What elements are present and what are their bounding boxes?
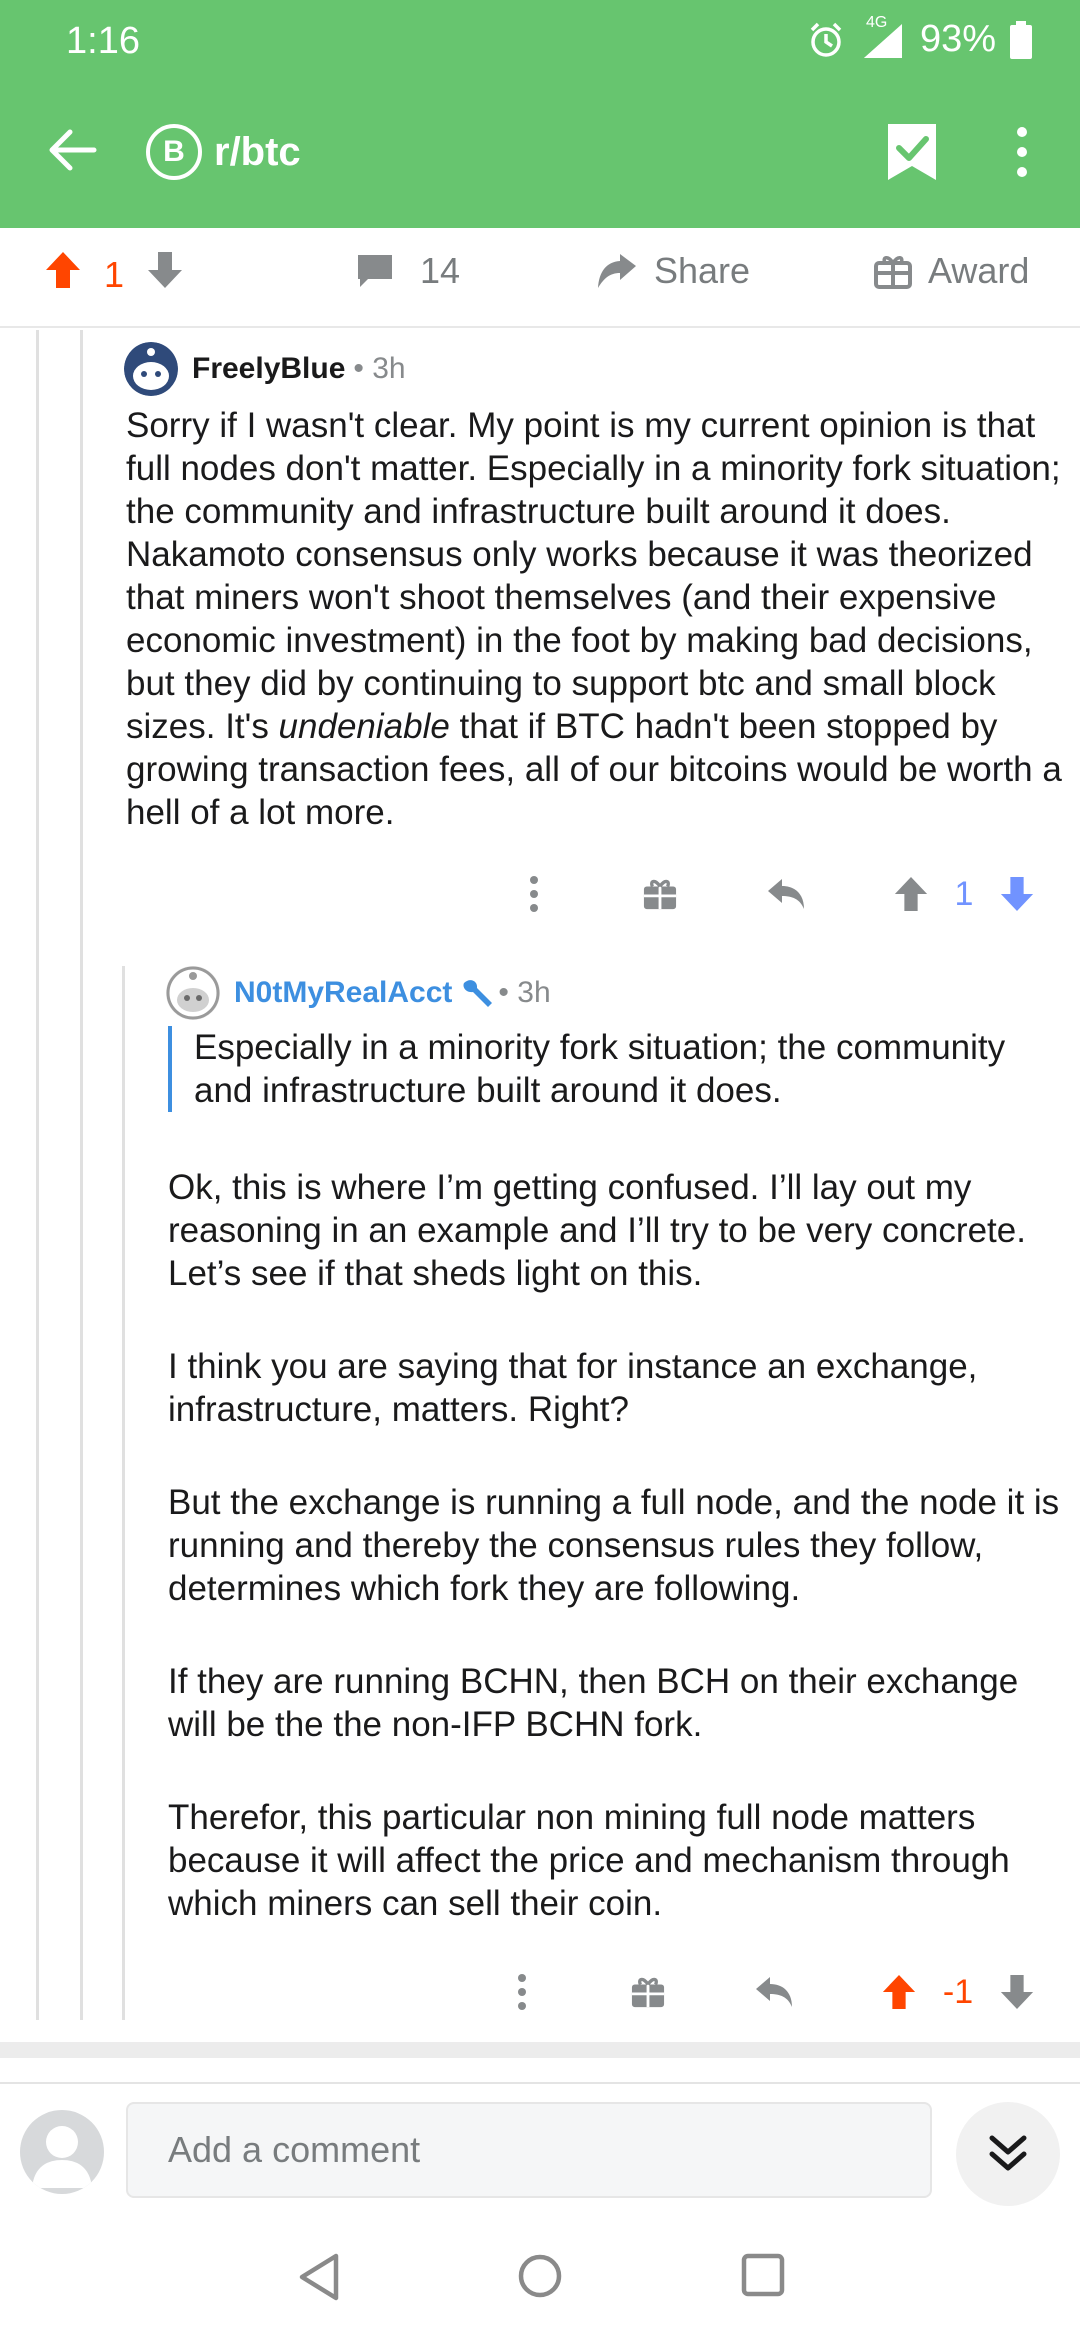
- vertical-dots-icon: [518, 1974, 526, 2010]
- arrow-left-icon: [49, 129, 97, 171]
- comment-upvote-button[interactable]: [880, 1972, 918, 2012]
- post-score: 1: [104, 253, 125, 295]
- emphasis-text: undeniable: [278, 707, 450, 746]
- avatar[interactable]: [124, 342, 178, 396]
- reply-arrow-icon: [768, 879, 804, 909]
- comment-award-button[interactable]: [628, 1972, 668, 2012]
- status-time: 1:16: [66, 20, 140, 62]
- battery-percent: 93%: [919, 18, 996, 60]
- user-avatar-icon: [20, 2110, 104, 2194]
- comment-upvote-button[interactable]: [892, 874, 930, 914]
- comment-body: Sorry if I wasn't clear. My point is my …: [126, 406, 1062, 832]
- subreddit-link[interactable]: B r/btc: [146, 124, 301, 180]
- network-type-label: 4G: [865, 13, 888, 31]
- comment-body: Ok, this is where I’m getting confused. …: [168, 1166, 1068, 1975]
- comment-timestamp: • 3h: [498, 976, 551, 1009]
- bookmark-check-icon: [888, 124, 936, 180]
- nav-recents-button[interactable]: [740, 2252, 786, 2303]
- comment-award-button[interactable]: [640, 874, 680, 914]
- thread-indent-line: [36, 330, 39, 2020]
- alarm-icon: [806, 20, 846, 60]
- comment-more-button[interactable]: [506, 1970, 538, 2014]
- system-nav-bar: [0, 2216, 1080, 2340]
- back-button[interactable]: [44, 122, 100, 178]
- comment-header: FreelyBlue • 3h: [124, 342, 406, 396]
- comment-reply-button[interactable]: [764, 874, 808, 914]
- comment-paragraph: I think you are saying that for instance…: [168, 1347, 978, 1429]
- comment-score: 1: [954, 874, 974, 913]
- upvote-arrow-icon[interactable]: [44, 250, 82, 299]
- comments-button[interactable]: 14: [356, 250, 460, 292]
- section-divider: [0, 2042, 1080, 2058]
- square-recents-icon: [741, 2253, 785, 2297]
- comment-reply-button[interactable]: [752, 1972, 796, 2012]
- save-bookmark-button[interactable]: [884, 122, 940, 182]
- thread-indent-line: [122, 966, 125, 2020]
- gift-icon: [643, 879, 677, 910]
- upvote-arrow-icon: [894, 876, 928, 912]
- comment-downvote-button[interactable]: [998, 874, 1036, 914]
- blockquote: Especially in a minority fork situation;…: [168, 1026, 1068, 1112]
- comment-bubble-icon: [358, 255, 392, 287]
- award-label: Award: [928, 250, 1030, 291]
- next-comment-peek: [0, 2058, 1080, 2084]
- comment-timestamp: • 3h: [353, 352, 406, 385]
- subreddit-name: r/btc: [214, 129, 301, 174]
- circle-home-icon: [518, 2254, 562, 2298]
- nav-home-button[interactable]: [516, 2252, 564, 2305]
- vertical-dots-icon: [530, 876, 538, 912]
- gift-icon: [631, 1977, 665, 2008]
- downvote-arrow-icon: [1000, 1974, 1034, 2010]
- post-action-bar: 1 14 Share Award: [0, 228, 1080, 328]
- comment-paragraph: Therefor, this particular non mining ful…: [168, 1798, 1010, 1923]
- comment-composer: Add a comment: [0, 2086, 1080, 2216]
- comment-paragraph: Ok, this is where I’m getting confused. …: [168, 1168, 1026, 1293]
- comment-paragraph: If they are running BCHN, then BCH on th…: [168, 1662, 1019, 1744]
- status-icons: 4G 93%: [792, 14, 1032, 61]
- battery-icon: [1010, 20, 1032, 59]
- comment-header: N0tMyRealAcct • 3h: [166, 966, 551, 1020]
- comment-author[interactable]: FreelyBlue: [192, 352, 345, 386]
- add-comment-input[interactable]: Add a comment: [126, 2102, 932, 2198]
- comment-count: 14: [420, 250, 461, 291]
- nav-back-button[interactable]: [296, 2252, 342, 2307]
- share-arrow-icon: [598, 254, 636, 288]
- bitcoin-icon: B: [146, 124, 202, 180]
- upvote-arrow-icon: [882, 1974, 916, 2010]
- share-button[interactable]: Share: [596, 250, 750, 292]
- signal-icon: 4G: [860, 14, 906, 60]
- triangle-back-icon: [299, 2253, 339, 2301]
- comment-author[interactable]: N0tMyRealAcct: [234, 976, 452, 1010]
- jump-next-button[interactable]: [956, 2102, 1060, 2206]
- reply-arrow-icon: [756, 1977, 792, 2007]
- comment-more-button[interactable]: [518, 872, 550, 916]
- share-label: Share: [654, 250, 751, 291]
- vertical-dots-icon: [1017, 127, 1027, 177]
- downvote-arrow-icon[interactable]: [146, 250, 184, 299]
- more-options-button[interactable]: [1004, 122, 1040, 182]
- avatar[interactable]: [166, 966, 220, 1020]
- moderator-wrench-icon: [460, 977, 496, 1009]
- award-button[interactable]: Award: [874, 250, 1029, 292]
- app-header: 1:16 4G 93% B r/btc: [0, 0, 1080, 228]
- downvote-arrow-icon: [1000, 876, 1034, 912]
- comment-downvote-button[interactable]: [998, 1972, 1036, 2012]
- thread-indent-line: [80, 330, 83, 2020]
- comment-paragraph: But the exchange is running a full node,…: [168, 1483, 1060, 1608]
- gift-icon: [874, 256, 912, 289]
- double-chevron-down-icon: [989, 2135, 1027, 2171]
- post-vote-group: 1: [44, 250, 184, 299]
- comment-score: -1: [942, 1972, 974, 2011]
